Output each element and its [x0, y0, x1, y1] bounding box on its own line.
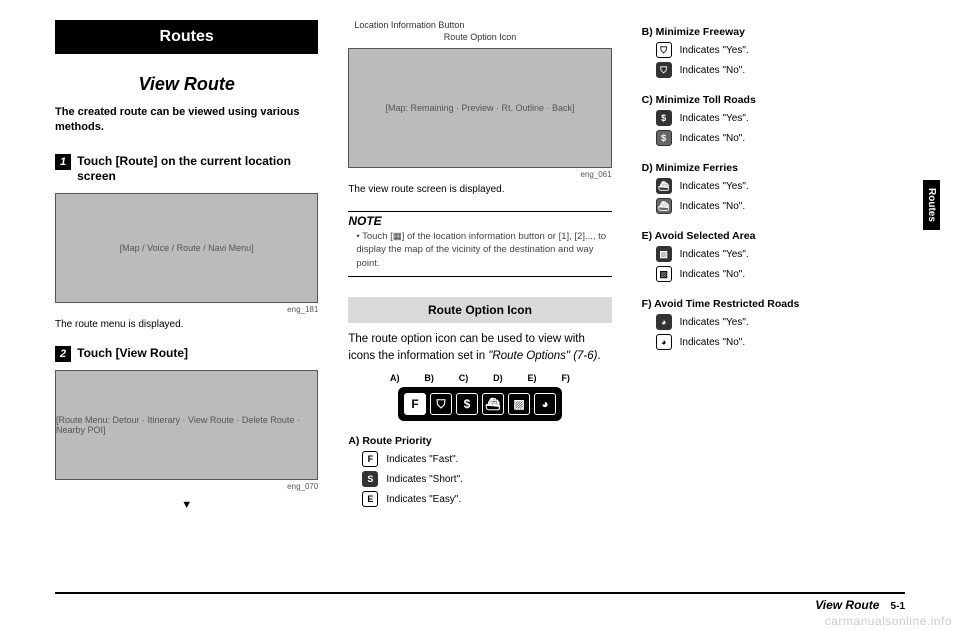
route-option-icon-callout: Route Option Icon	[348, 32, 611, 42]
screenshot-placeholder-text: [Route Menu: Detour · Itinerary · View R…	[56, 415, 317, 435]
option-f-title: F) Avoid Time Restricted Roads	[642, 298, 905, 310]
route-option-icon-row: F ⛉ $ ⛴ ▨ ◕	[398, 387, 562, 421]
label-c: C)	[459, 373, 469, 383]
c-yes: $ Indicates "Yes".	[642, 108, 905, 128]
callout-labels: Location Information Button	[348, 20, 611, 32]
step-1-number: 1	[55, 154, 71, 170]
screenshot-placeholder-text: [Map: Remaining · Preview · Rt. Outline …	[385, 103, 574, 113]
column-2: Location Information Button Route Option…	[348, 20, 611, 580]
ferry-icon: ⛴	[482, 393, 504, 415]
option-e-title: E) Avoid Selected Area	[642, 230, 905, 242]
watermark: carmanualsonline.info	[825, 614, 952, 628]
label-f: F)	[561, 373, 570, 383]
step-2-number: 2	[55, 346, 71, 362]
f-yes: ◕ Indicates "Yes".	[642, 312, 905, 332]
footer-page-number: 5-1	[891, 601, 905, 612]
f-no-text: Indicates "No".	[680, 337, 745, 348]
toll-no-icon: $	[656, 130, 672, 146]
time-yes-icon: ◕	[656, 314, 672, 330]
freeway-icon: ⛉	[430, 393, 452, 415]
avoid-area-icon: ▨	[508, 393, 530, 415]
b-no: ⛉ Indicates "No".	[642, 60, 905, 80]
step-1-text: Touch [Route] on the current location sc…	[77, 154, 318, 185]
b-yes-text: Indicates "Yes".	[680, 45, 749, 56]
screenshot-route-menu: [Route Menu: Detour · Itinerary · View R…	[55, 370, 318, 480]
f-yes-text: Indicates "Yes".	[680, 317, 749, 328]
indicator-fast: F Indicates "Fast".	[348, 449, 611, 469]
easy-text: Indicates "Easy".	[386, 494, 461, 505]
section-banner: Routes	[55, 20, 318, 54]
avoid-no-icon: ▨	[656, 266, 672, 282]
indicator-easy: E Indicates "Easy".	[348, 489, 611, 509]
c-no: $ Indicates "No".	[642, 128, 905, 148]
priority-icon: F	[404, 393, 426, 415]
label-b: B)	[424, 373, 434, 383]
img-caption-3: eng_061	[348, 170, 611, 179]
label-a: A)	[390, 373, 400, 383]
note-heading: NOTE	[348, 211, 611, 228]
d-no: ⛴ Indicates "No".	[642, 196, 905, 216]
route-option-desc-part3: .	[597, 350, 600, 362]
icon-row-labels: A) B) C) D) E) F)	[390, 373, 570, 383]
freeway-yes-icon: ⛉	[656, 42, 672, 58]
option-c-title: C) Minimize Toll Roads	[642, 94, 905, 106]
page-title: View Route	[55, 74, 318, 95]
page-footer: View Route 5-1	[55, 592, 905, 612]
short-icon: S	[362, 471, 378, 487]
view-route-displayed-text: The view route screen is displayed.	[348, 183, 611, 197]
c-yes-text: Indicates "Yes".	[680, 113, 749, 124]
toll-icon: $	[456, 393, 478, 415]
route-option-description: The route option icon can be used to vie…	[348, 331, 611, 366]
c-no-text: Indicates "No".	[680, 133, 745, 144]
e-no-text: Indicates "No".	[680, 269, 745, 280]
f-no: ◕ Indicates "No".	[642, 332, 905, 352]
b-yes: ⛉ Indicates "Yes".	[642, 40, 905, 60]
intro-text: The created route can be viewed using va…	[55, 105, 318, 136]
option-b-title: B) Minimize Freeway	[642, 26, 905, 38]
screenshot-view-route: [Map: Remaining · Preview · Rt. Outline …	[348, 48, 611, 168]
footer-right: View Route 5-1	[815, 598, 905, 612]
label-d: D)	[493, 373, 503, 383]
fast-text: Indicates "Fast".	[386, 454, 458, 465]
short-text: Indicates "Short".	[386, 474, 463, 485]
route-menu-displayed-text: The route menu is displayed.	[55, 318, 318, 332]
indicator-short: S Indicates "Short".	[348, 469, 611, 489]
easy-icon: E	[362, 491, 378, 507]
b-no-text: Indicates "No".	[680, 65, 745, 76]
e-yes-text: Indicates "Yes".	[680, 249, 749, 260]
footer-title: View Route	[815, 598, 879, 612]
d-no-text: Indicates "No".	[680, 201, 745, 212]
fast-icon: F	[362, 451, 378, 467]
column-1: Routes View Route The created route can …	[55, 20, 318, 580]
ferry-yes-icon: ⛴	[656, 178, 672, 194]
e-yes: ▨ Indicates "Yes".	[642, 244, 905, 264]
option-d-title: D) Minimize Ferries	[642, 162, 905, 174]
img-caption-1: eng_181	[55, 305, 318, 314]
avoid-yes-icon: ▨	[656, 246, 672, 262]
option-a-title: A) Route Priority	[348, 435, 611, 447]
screenshot-current-location: [Map / Voice / Route / Navi Menu]	[55, 193, 318, 303]
step-2-text: Touch [View Route]	[77, 346, 188, 362]
freeway-no-icon: ⛉	[656, 62, 672, 78]
location-info-button-label: Location Information Button	[354, 20, 464, 30]
column-3: B) Minimize Freeway ⛉ Indicates "Yes". ⛉…	[642, 20, 905, 580]
label-e: E)	[528, 373, 537, 383]
time-no-icon: ◕	[656, 334, 672, 350]
e-no: ▨ Indicates "No".	[642, 264, 905, 284]
route-option-desc-ref: "Route Options" (7-6)	[488, 350, 597, 362]
side-tab-routes: Routes	[923, 180, 940, 230]
step-2: 2 Touch [View Route]	[55, 346, 318, 362]
screenshot-placeholder-text: [Map / Voice / Route / Navi Menu]	[120, 243, 254, 253]
img-caption-2: eng_070	[55, 482, 318, 491]
d-yes-text: Indicates "Yes".	[680, 181, 749, 192]
route-option-icon-banner: Route Option Icon	[348, 297, 611, 323]
page-columns: Routes View Route The created route can …	[55, 20, 905, 580]
step-1: 1 Touch [Route] on the current location …	[55, 154, 318, 185]
note-body: • Touch [▦] of the location information …	[348, 230, 611, 277]
ferry-no-icon: ⛴	[656, 198, 672, 214]
toll-yes-icon: $	[656, 110, 672, 126]
continue-indicator-icon: ▼	[55, 499, 318, 511]
time-restricted-icon: ◕	[534, 393, 556, 415]
d-yes: ⛴ Indicates "Yes".	[642, 176, 905, 196]
